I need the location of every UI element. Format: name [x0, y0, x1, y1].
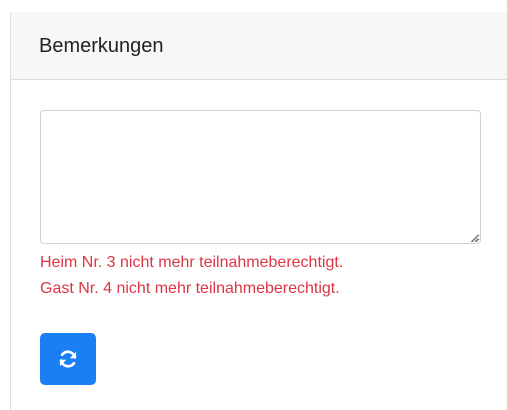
card-header: Bemerkungen [11, 12, 507, 80]
remarks-textarea[interactable] [40, 110, 481, 244]
refresh-button[interactable] [40, 333, 96, 385]
error-message: Gast Nr. 4 nicht mehr teilnahmeberechtig… [40, 280, 340, 297]
error-message: Heim Nr. 3 nicht mehr teilnahmeberechtig… [40, 254, 344, 271]
remarks-card: Bemerkungen Heim Nr. 3 nicht mehr teilna… [10, 12, 507, 410]
refresh-icon [59, 350, 77, 368]
error-messages: Heim Nr. 3 nicht mehr teilnahmeberechtig… [40, 250, 343, 302]
card-title: Bemerkungen [39, 35, 164, 57]
